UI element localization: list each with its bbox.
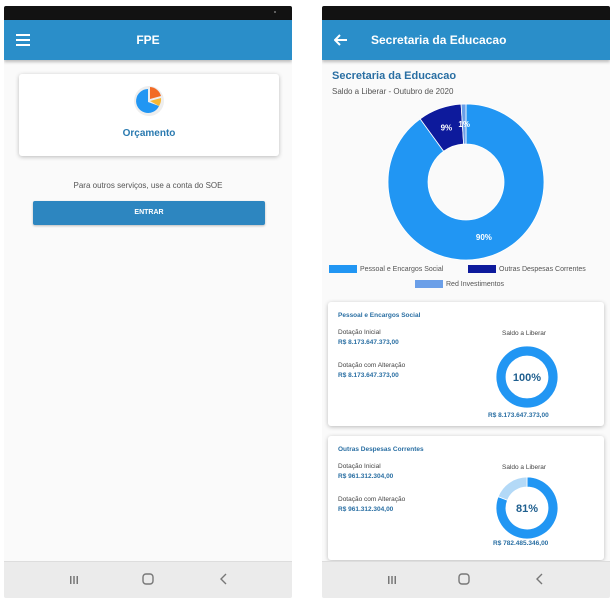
saldo-donut-chart: 100% — [495, 345, 559, 409]
legend-swatch-pessoal — [329, 265, 357, 273]
orcamento-card[interactable]: Orçamento — [19, 74, 279, 156]
card-title: Outras Despesas Correntes — [338, 446, 424, 453]
saldo-liberar-value: R$ 782.485.346,00 — [493, 540, 549, 547]
back-icon[interactable] — [209, 562, 239, 598]
status-bar — [4, 6, 292, 20]
system-nav-bar — [4, 561, 292, 598]
budget-donut-data-label: 9% — [441, 123, 453, 132]
system-nav-bar — [322, 561, 610, 598]
pie-chart-icon — [134, 86, 164, 116]
saldo-liberar-label: Saldo a Liberar — [502, 330, 547, 337]
dotacao-alteracao-label: Dotação com Alteração — [338, 362, 406, 369]
legend-swatch-investimentos — [415, 280, 443, 288]
dotacao-inicial-label: Dotação Inicial — [338, 329, 381, 336]
saldo-donut-slice — [497, 476, 528, 501]
dotacao-inicial-value: R$ 961.312.304,00 — [338, 473, 394, 480]
legend-label-pessoal: Pessoal e Encargos Social — [360, 265, 444, 273]
recent-apps-icon[interactable] — [59, 562, 89, 598]
back-arrow-icon[interactable] — [334, 34, 348, 46]
category-card[interactable]: Pessoal e Encargos Social Dotação Inicia… — [328, 302, 604, 426]
page-title: Secretaria da Educacao — [332, 70, 457, 82]
legend-item-investimentos: Red Investimentos — [415, 280, 504, 288]
app-title: Secretaria da Educacao — [371, 33, 507, 47]
saldo-liberar-label: Saldo a Liberar — [502, 464, 547, 471]
right-phone-screen: Secretaria da Educacao Secretaria da Edu… — [322, 6, 610, 598]
saldo-donut-center-label: 81% — [516, 503, 538, 515]
recent-apps-icon[interactable] — [377, 562, 407, 598]
app-title: FPE — [136, 33, 160, 47]
budget-donut-data-label: 1% — [458, 120, 470, 129]
entrar-button[interactable]: ENTRAR — [33, 201, 265, 225]
status-dot — [274, 11, 276, 13]
dotacao-inicial-label: Dotação Inicial — [338, 463, 381, 470]
status-bar — [322, 6, 610, 20]
orcamento-label: Orçamento — [122, 128, 176, 139]
legend-label-investimentos: Red Investimentos — [446, 280, 504, 288]
app-bar: Secretaria da Educacao — [322, 20, 610, 60]
soe-hint-text: Para outros serviços, use a conta do SOE — [73, 181, 223, 190]
legend-item-pessoal: Pessoal e Encargos Social — [329, 265, 443, 273]
app-bar: FPE — [4, 20, 292, 60]
card-title: Pessoal e Encargos Social — [338, 312, 421, 319]
dotacao-alteracao-value: R$ 961.312.304,00 — [338, 506, 394, 513]
page-subtitle: Saldo a Liberar - Outubro de 2020 — [332, 87, 454, 96]
dotacao-alteracao-value: R$ 8.173.647.373,00 — [338, 372, 399, 379]
legend-item-outras: Outras Despesas Correntes — [468, 265, 586, 273]
legend-label-outras: Outras Despesas Correntes — [499, 265, 586, 273]
budget-donut-chart: 90% 9% 1% — [387, 103, 545, 261]
legend-swatch-outras — [468, 265, 496, 273]
dotacao-inicial-value: R$ 8.173.647.373,00 — [338, 339, 399, 346]
back-icon[interactable] — [525, 562, 555, 598]
saldo-donut-chart: 81% — [495, 476, 559, 540]
home-icon[interactable] — [449, 562, 479, 598]
left-phone-screen: FPE Orçamento Para outros serviços, use … — [4, 6, 292, 598]
budget-donut-data-label: 90% — [476, 233, 492, 242]
saldo-donut-center-label: 100% — [513, 372, 541, 384]
dotacao-alteracao-label: Dotação com Alteração — [338, 496, 406, 503]
saldo-liberar-value: R$ 8.173.647.373,00 — [488, 412, 549, 419]
home-icon[interactable] — [133, 562, 163, 598]
category-card[interactable]: Outras Despesas Correntes Dotação Inicia… — [328, 436, 604, 560]
